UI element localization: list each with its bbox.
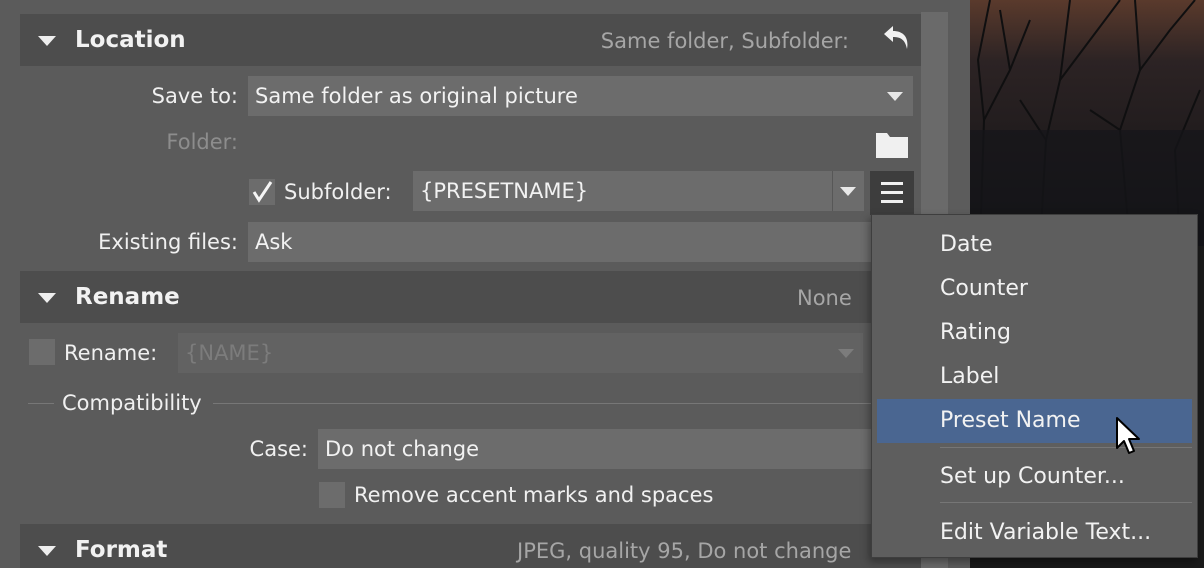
subfolder-label: Subfolder: [284, 180, 392, 204]
menu-item-label[interactable]: Label [877, 357, 1192, 397]
location-summary: Same folder, Subfolder: [600, 29, 849, 53]
rename-section-header[interactable]: Rename None [20, 271, 921, 323]
folder-icon[interactable] [876, 130, 908, 158]
format-title: Format [75, 537, 168, 563]
chevron-down-icon [840, 187, 856, 196]
menu-item-preset-name[interactable]: Preset Name [877, 399, 1192, 443]
subfolder-value: {PRESETNAME} [420, 179, 589, 203]
menu-item-setup-counter[interactable]: Set up Counter... [877, 457, 1192, 497]
menu-separator [940, 502, 1192, 503]
rename-summary: None [797, 286, 852, 310]
location-section-header[interactable]: Location Same folder, Subfolder: [20, 14, 921, 66]
menu-item-date[interactable]: Date [877, 225, 1192, 265]
rename-dropdown-button[interactable] [830, 333, 863, 373]
remove-accents-label: Remove accent marks and spaces [354, 483, 714, 507]
folder-label: Folder: [166, 130, 238, 154]
format-summary: JPEG, quality 95, Do not change [517, 539, 852, 563]
rename-input[interactable]: {NAME} [178, 333, 830, 373]
existing-files-select[interactable]: Ask [248, 222, 871, 262]
existing-files-value: Ask [255, 230, 293, 254]
save-to-value: Same folder as original picture [255, 84, 578, 108]
chevron-down-icon [838, 349, 854, 358]
menu-item-counter[interactable]: Counter [877, 269, 1192, 309]
mouse-cursor-icon [1115, 416, 1143, 458]
group-divider [28, 403, 54, 404]
format-section-header[interactable]: Format JPEG, quality 95, Do not change [20, 524, 921, 568]
chevron-down-icon[interactable] [887, 92, 903, 101]
collapse-triangle-icon[interactable] [38, 546, 56, 556]
rename-checkbox[interactable] [29, 339, 55, 365]
group-divider [213, 403, 871, 404]
location-title: Location [75, 27, 186, 53]
collapse-triangle-icon[interactable] [38, 293, 56, 303]
menu-item-rating[interactable]: Rating [877, 313, 1192, 353]
menu-item-edit-variable-text[interactable]: Edit Variable Text... [877, 513, 1192, 553]
variable-text-menu: Date Counter Rating Label Preset Name Se… [871, 214, 1198, 558]
case-select[interactable]: Do not change [318, 429, 871, 469]
subfolder-checkbox[interactable] [249, 179, 275, 205]
subfolder-dropdown-button[interactable] [832, 171, 864, 211]
rename-value: {NAME} [185, 341, 274, 365]
existing-files-label: Existing files: [98, 230, 238, 254]
save-to-select[interactable]: Same folder as original picture [248, 76, 913, 116]
subfolder-input[interactable]: {PRESETNAME} [413, 171, 832, 211]
menu-separator [940, 447, 1192, 448]
undo-icon[interactable] [881, 22, 913, 54]
case-label: Case: [249, 437, 308, 461]
checkmark-icon [252, 181, 273, 203]
collapse-triangle-icon[interactable] [38, 36, 56, 46]
photo-preview [970, 0, 1204, 246]
case-value: Do not change [325, 437, 480, 461]
rename-title: Rename [75, 284, 180, 310]
hamburger-icon [881, 182, 903, 203]
variable-menu-button[interactable] [870, 171, 914, 215]
save-to-label: Save to: [151, 84, 238, 108]
remove-accents-checkbox[interactable] [319, 482, 345, 508]
compatibility-group-title: Compatibility [62, 391, 202, 415]
rename-label: Rename: [64, 341, 158, 365]
